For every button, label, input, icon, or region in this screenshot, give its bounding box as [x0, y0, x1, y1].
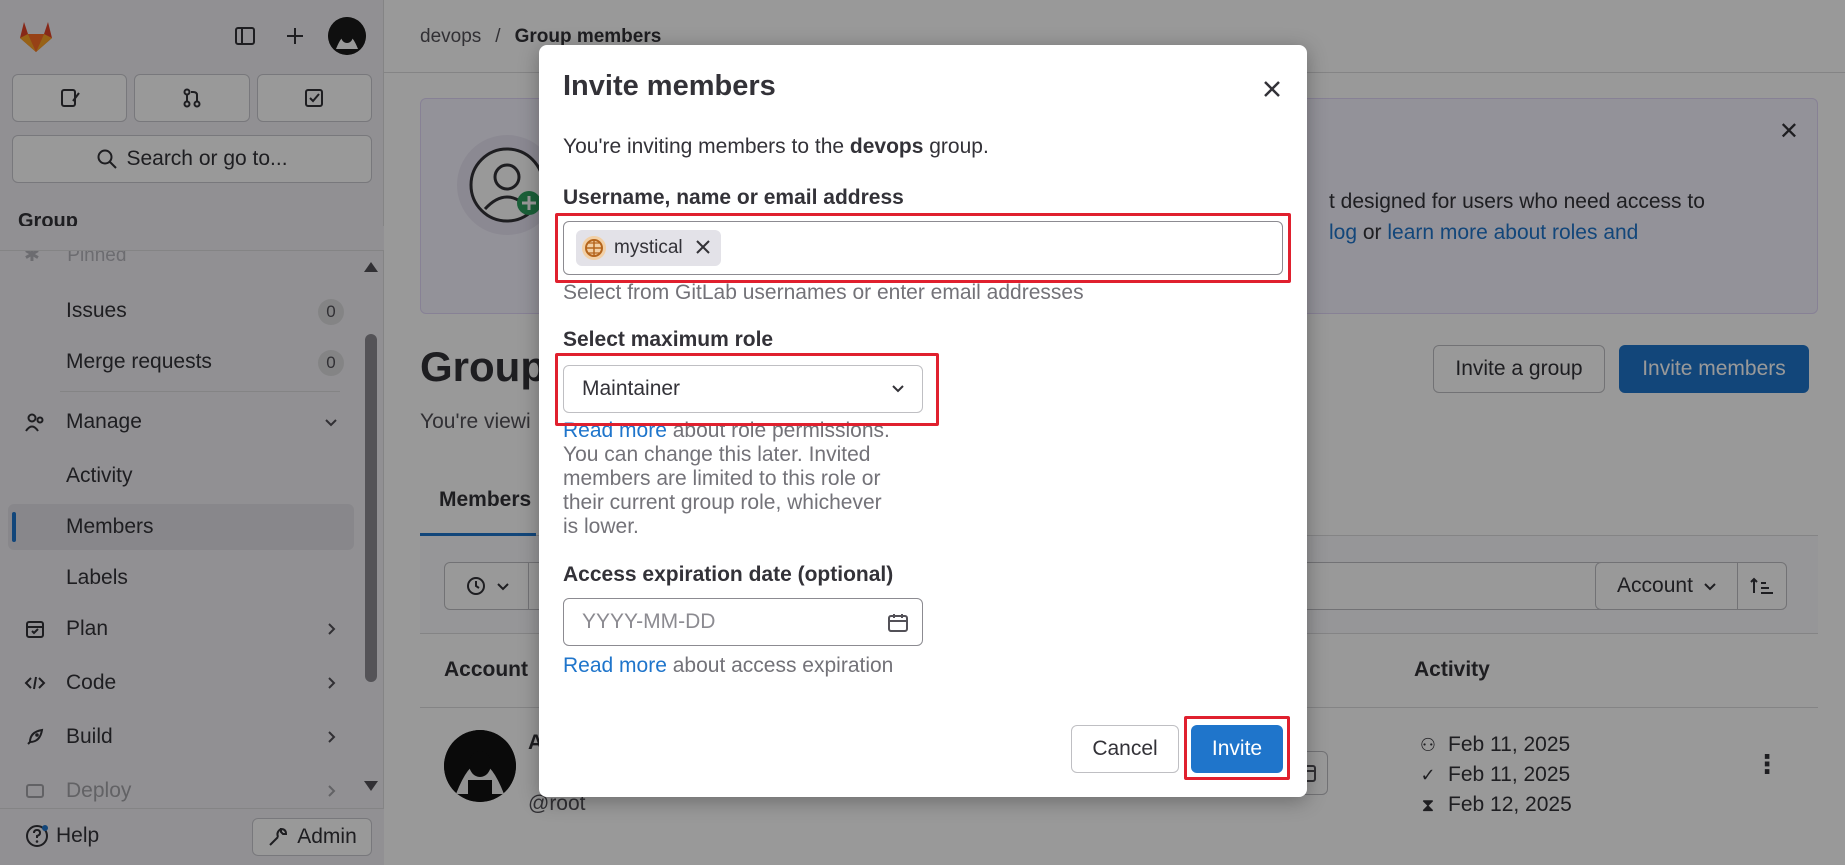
role-select-value: Maintainer — [582, 377, 681, 400]
expiration-read-more-link[interactable]: Read more — [563, 654, 667, 677]
modal-intro: You're inviting members to the devops gr… — [563, 135, 989, 159]
invite-button[interactable]: Invite — [1191, 725, 1283, 773]
role-help-line: You can change this later. Invited — [563, 443, 871, 466]
intro-suffix: group. — [923, 135, 989, 158]
modal-title: Invite members — [563, 70, 776, 102]
expiration-field-label: Access expiration date (optional) — [563, 563, 894, 586]
intro-prefix: You're inviting members to the — [563, 135, 850, 158]
role-select[interactable]: Maintainer — [563, 365, 923, 413]
user-token[interactable]: mystical — [576, 230, 721, 266]
username-token-input[interactable]: mystical — [563, 221, 1283, 275]
chevron-down-icon — [892, 385, 904, 393]
calendar-icon[interactable] — [886, 611, 910, 635]
expiration-help-text: Read more about access expiration — [563, 654, 893, 678]
role-help-line: about role permissions. — [666, 419, 890, 442]
invite-members-modal: Invite members You're inviting members t… — [539, 45, 1307, 797]
remove-token-icon[interactable] — [695, 234, 711, 262]
username-field-label: Username, name or email address — [563, 186, 904, 209]
role-help-line: members are limited to this role or — [563, 467, 881, 490]
token-avatar-icon — [582, 236, 606, 260]
close-icon[interactable] — [1256, 73, 1288, 105]
expiration-help-suffix: about access expiration — [666, 654, 894, 677]
expiration-placeholder: YYYY-MM-DD — [582, 610, 716, 633]
role-help-line: is lower. — [563, 515, 639, 538]
username-help-text: Select from GitLab usernames or enter em… — [563, 281, 1084, 304]
intro-group: devops — [849, 135, 924, 158]
role-read-more-link[interactable]: Read more — [563, 419, 667, 442]
role-field-label: Select maximum role — [563, 328, 774, 351]
role-help-line: their current group role, whichever — [563, 491, 882, 514]
expiration-date-input[interactable]: YYYY-MM-DD — [563, 598, 923, 646]
role-help-text: Read more about role permissions. You ca… — [563, 419, 890, 539]
cancel-button[interactable]: Cancel — [1071, 725, 1179, 773]
token-username: mystical — [614, 237, 683, 258]
